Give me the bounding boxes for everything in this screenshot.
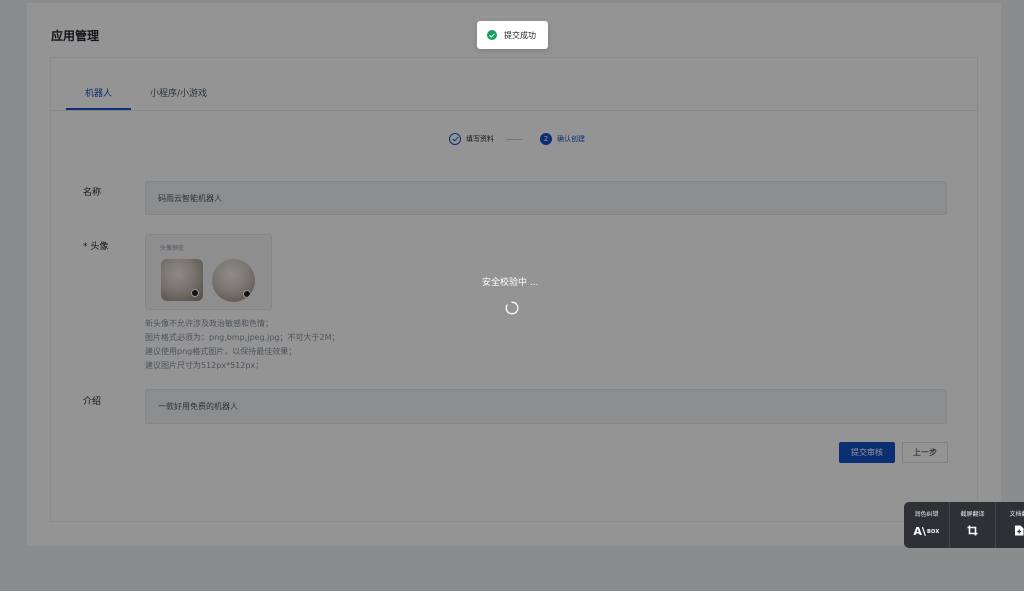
abox-icon: A\ BOX	[913, 525, 940, 538]
tool-label: 润色纠错	[914, 511, 939, 518]
tool-label: 文档翻	[1009, 511, 1024, 518]
check-circle-icon	[487, 30, 497, 40]
success-toast: 提交成功	[477, 21, 548, 49]
loading-overlay	[0, 0, 1024, 591]
document-add-icon	[1014, 525, 1024, 536]
floating-toolbar: 润色纠错 A\BOX 截屏翻译 文档翻	[904, 502, 1024, 548]
security-check-text: 安全校验中 ...	[482, 278, 539, 288]
screenshot-translate-tool[interactable]: 截屏翻译	[950, 502, 996, 548]
polish-correct-tool[interactable]: 润色纠错 A\ BOX	[904, 502, 950, 548]
document-translate-tool[interactable]: 文档翻	[996, 502, 1024, 548]
toast-text: 提交成功	[504, 30, 536, 40]
tool-label: 截屏翻译	[960, 511, 985, 518]
loading-spinner-icon	[505, 300, 519, 315]
crop-icon	[967, 525, 978, 536]
